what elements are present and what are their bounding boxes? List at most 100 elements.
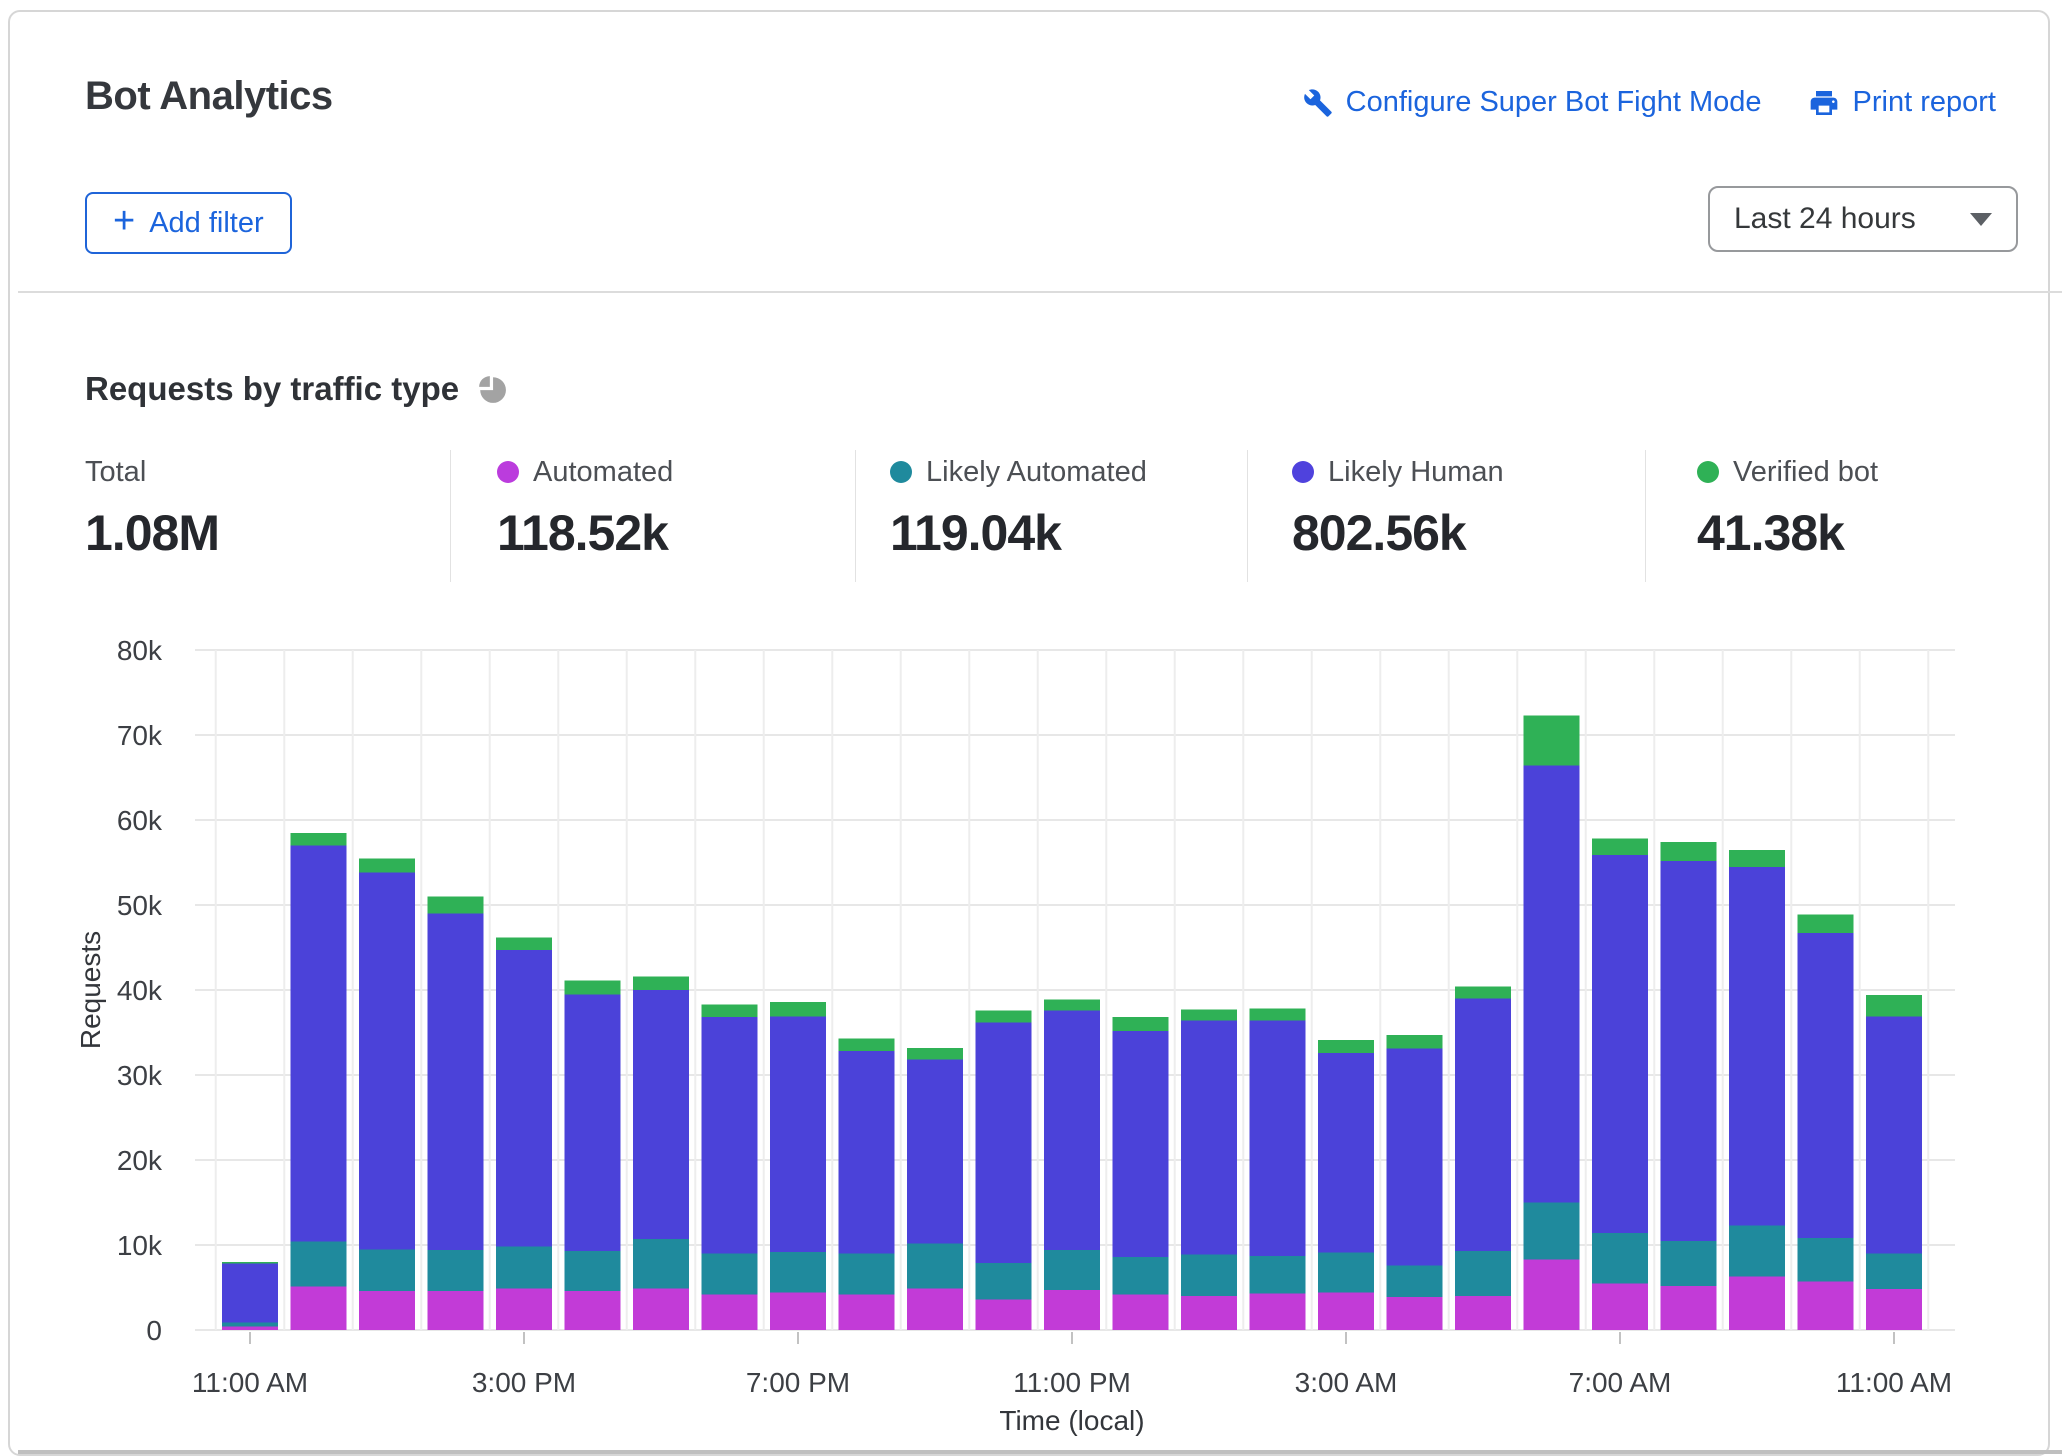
bar-segment[interactable] [1661,1241,1717,1286]
bar-segment[interactable] [565,981,621,995]
bar-segment[interactable] [702,1254,758,1295]
bar-segment[interactable] [1866,995,1922,1016]
bar-segment[interactable] [770,1252,826,1293]
bar-segment[interactable] [633,976,689,990]
bar-segment[interactable] [1798,1238,1854,1281]
bar-segment[interactable] [496,937,552,950]
bar-segment[interactable] [770,1293,826,1330]
bar-segment[interactable] [1113,1031,1169,1257]
bar-segment[interactable] [496,1247,552,1289]
bar-segment[interactable] [1866,1016,1922,1253]
bar-segment[interactable] [976,1299,1032,1330]
bar-segment[interactable] [1181,1296,1237,1330]
bar-segment[interactable] [1318,1040,1374,1053]
bar-segment[interactable] [770,1016,826,1251]
bar-segment[interactable] [496,950,552,1247]
bar-segment[interactable] [907,1060,963,1244]
stat-automated[interactable]: Automated 118.52k [497,454,673,562]
bar-segment[interactable] [1661,1286,1717,1330]
bar-segment[interactable] [565,994,621,1251]
bar-segment[interactable] [1661,842,1717,861]
bar-segment[interactable] [359,1291,415,1330]
bar-segment[interactable] [1387,1035,1443,1049]
bar-segment[interactable] [1318,1293,1374,1330]
bar-segment[interactable] [1866,1254,1922,1290]
bar-segment[interactable] [291,1242,347,1287]
bar-segment[interactable] [1113,1294,1169,1330]
bar-segment[interactable] [428,914,484,1251]
bar-segment[interactable] [1455,987,1511,999]
stat-verified-bot[interactable]: Verified bot 41.38k [1697,454,1878,562]
bar-segment[interactable] [1044,999,1100,1010]
bar-segment[interactable] [222,1322,278,1326]
bar-segment[interactable] [633,990,689,1239]
bar-segment[interactable] [1661,861,1717,1241]
configure-super-bot-fight-mode-link[interactable]: Configure Super Bot Fight Mode [1303,86,1762,119]
bar-segment[interactable] [1729,850,1785,867]
bar-segment[interactable] [1524,715,1580,765]
bar-segment[interactable] [1729,867,1785,1226]
bar-segment[interactable] [428,897,484,914]
bar-segment[interactable] [1318,1253,1374,1293]
bar-segment[interactable] [1113,1017,1169,1031]
stat-likely-human[interactable]: Likely Human 802.56k [1292,454,1504,562]
bar-segment[interactable] [222,1264,278,1323]
bar-segment[interactable] [1524,1203,1580,1260]
bar-segment[interactable] [1524,766,1580,1203]
bar-segment[interactable] [1387,1297,1443,1330]
bar-segment[interactable] [976,1022,1032,1263]
bar-segment[interactable] [770,1002,826,1016]
bar-segment[interactable] [1866,1289,1922,1330]
bar-segment[interactable] [1455,1296,1511,1330]
bar-segment[interactable] [1181,1254,1237,1296]
bar-segment[interactable] [907,1243,963,1288]
bar-segment[interactable] [1729,1276,1785,1330]
bar-segment[interactable] [633,1239,689,1288]
bar-segment[interactable] [907,1288,963,1330]
bar-segment[interactable] [1592,1233,1648,1283]
bar-segment[interactable] [496,1288,552,1330]
bar-segment[interactable] [565,1251,621,1291]
bar-segment[interactable] [702,1004,758,1017]
bar-segment[interactable] [1250,1293,1306,1330]
bar-segment[interactable] [359,858,415,872]
bar-segment[interactable] [1044,1290,1100,1330]
bar-segment[interactable] [1798,933,1854,1238]
bar-segment[interactable] [839,1051,895,1253]
time-range-select[interactable]: Last 24 hours [1708,186,2018,252]
bar-segment[interactable] [839,1254,895,1295]
bar-segment[interactable] [359,1249,415,1291]
stat-likely-automated[interactable]: Likely Automated 119.04k [890,454,1147,562]
bar-segment[interactable] [1250,1021,1306,1256]
bar-segment[interactable] [1387,1049,1443,1266]
bar-segment[interactable] [222,1262,278,1264]
bar-segment[interactable] [1318,1053,1374,1253]
bar-segment[interactable] [702,1017,758,1253]
bar-segment[interactable] [1592,1283,1648,1330]
bar-segment[interactable] [1250,1009,1306,1021]
bar-segment[interactable] [1044,1010,1100,1250]
bar-segment[interactable] [1592,855,1648,1233]
bar-segment[interactable] [976,1263,1032,1300]
bar-segment[interactable] [1798,1282,1854,1330]
bar-segment[interactable] [1798,914,1854,933]
add-filter-button[interactable]: + Add filter [85,192,292,254]
bar-segment[interactable] [1181,1010,1237,1021]
bar-segment[interactable] [565,1291,621,1330]
bar-segment[interactable] [222,1327,278,1330]
bar-segment[interactable] [428,1250,484,1291]
bar-segment[interactable] [291,1287,347,1330]
bar-segment[interactable] [1387,1265,1443,1296]
bar-segment[interactable] [1044,1250,1100,1290]
bar-segment[interactable] [1250,1256,1306,1293]
bar-segment[interactable] [428,1291,484,1330]
bar-segment[interactable] [359,873,415,1250]
bar-segment[interactable] [1729,1225,1785,1276]
bar-segment[interactable] [907,1048,963,1060]
bar-segment[interactable] [976,1010,1032,1022]
bar-segment[interactable] [839,1038,895,1051]
bar-segment[interactable] [1455,999,1511,1251]
bar-segment[interactable] [291,846,347,1242]
requests-by-traffic-type-chart[interactable]: 010k20k30k40k50k60k70k80k11:00 AM3:00 PM… [0,620,2062,1450]
bar-segment[interactable] [1113,1257,1169,1294]
